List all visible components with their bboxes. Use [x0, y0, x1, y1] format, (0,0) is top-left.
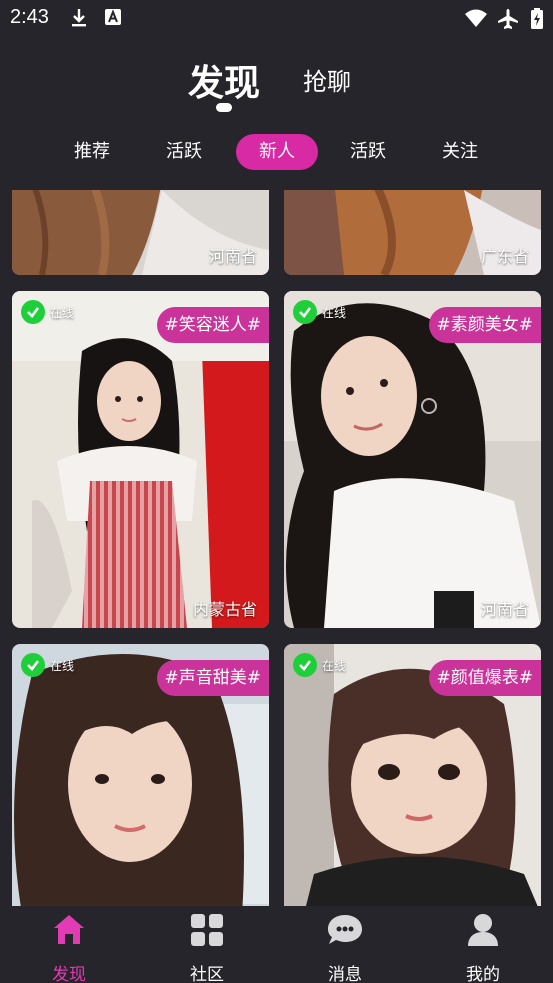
nav-item-discover[interactable]: 发现: [0, 906, 138, 983]
filter-chip-recommend[interactable]: 推荐: [56, 134, 128, 170]
nav-label: 消息: [328, 965, 362, 983]
status-bar: 2:43: [0, 0, 553, 38]
battery-charging-icon: [530, 8, 544, 34]
check-icon: [293, 300, 317, 324]
tab-discover[interactable]: 发现: [188, 54, 260, 106]
download-icon: [70, 8, 88, 32]
nav-item-community[interactable]: 社区: [138, 906, 276, 983]
check-icon: [293, 653, 317, 677]
card-tag: #笑容迷人#: [156, 307, 269, 343]
tab-grab-chat[interactable]: 抢聊: [303, 62, 351, 97]
person-icon: [468, 914, 498, 946]
nav-item-me[interactable]: 我的: [414, 906, 552, 983]
nav-label: 社区: [190, 965, 224, 983]
filter-chip-active[interactable]: 活跃: [148, 134, 220, 170]
chat-bubble-icon: [328, 915, 362, 944]
online-indicator: 在线: [21, 653, 74, 677]
nav-label: 发现: [52, 965, 86, 983]
online-label: 在线: [50, 658, 75, 673]
filter-row: 推荐 活跃 新人 活跃 关注: [0, 134, 553, 170]
nav-item-messages[interactable]: 消息: [276, 906, 414, 983]
home-icon: [54, 915, 84, 944]
online-indicator: 在线: [293, 653, 346, 677]
online-label: 在线: [50, 305, 75, 320]
online-indicator: 在线: [293, 300, 346, 324]
grid-icon: [191, 914, 223, 946]
card-tag: #颜值爆表#: [428, 660, 541, 696]
profile-grid: 河南省 广东省 在线 #笑容迷人# 内蒙古省 在线 #素颜美女# 河南省 在线 …: [0, 190, 553, 906]
nav-label: 我的: [466, 965, 500, 983]
airplane-mode-icon: [496, 8, 520, 34]
top-tabs: 发现 抢聊: [0, 50, 553, 110]
online-indicator: 在线: [21, 300, 74, 324]
tab-indicator: [216, 103, 232, 112]
filter-chip-follow[interactable]: 关注: [424, 134, 496, 170]
card-province: 河南省: [480, 600, 529, 619]
profile-card[interactable]: 在线 #声音甜美#: [12, 644, 269, 906]
check-icon: [21, 653, 45, 677]
online-label: 在线: [322, 658, 347, 673]
card-tag: #素颜美女#: [428, 307, 541, 343]
profile-card[interactable]: 河南省: [12, 190, 269, 275]
profile-card[interactable]: 在线 #颜值爆表#: [284, 644, 541, 906]
filter-chip-active-2[interactable]: 活跃: [332, 134, 404, 170]
profile-card[interactable]: 在线 #笑容迷人# 内蒙古省: [12, 291, 269, 628]
wifi-icon: [464, 8, 488, 32]
profile-card[interactable]: 在线 #素颜美女# 河南省: [284, 291, 541, 628]
bottom-nav: 发现 社区 消息 我的: [0, 906, 553, 983]
profile-card[interactable]: 广东省: [284, 190, 541, 275]
status-time: 2:43: [10, 6, 49, 28]
keyboard-a-icon: [104, 8, 122, 30]
card-province: 内蒙古省: [192, 600, 257, 619]
online-label: 在线: [322, 305, 347, 320]
card-province: 广东省: [480, 247, 529, 266]
card-province: 河南省: [208, 247, 257, 266]
check-icon: [21, 300, 45, 324]
filter-chip-new[interactable]: 新人: [236, 134, 318, 170]
card-tag: #声音甜美#: [156, 660, 269, 696]
